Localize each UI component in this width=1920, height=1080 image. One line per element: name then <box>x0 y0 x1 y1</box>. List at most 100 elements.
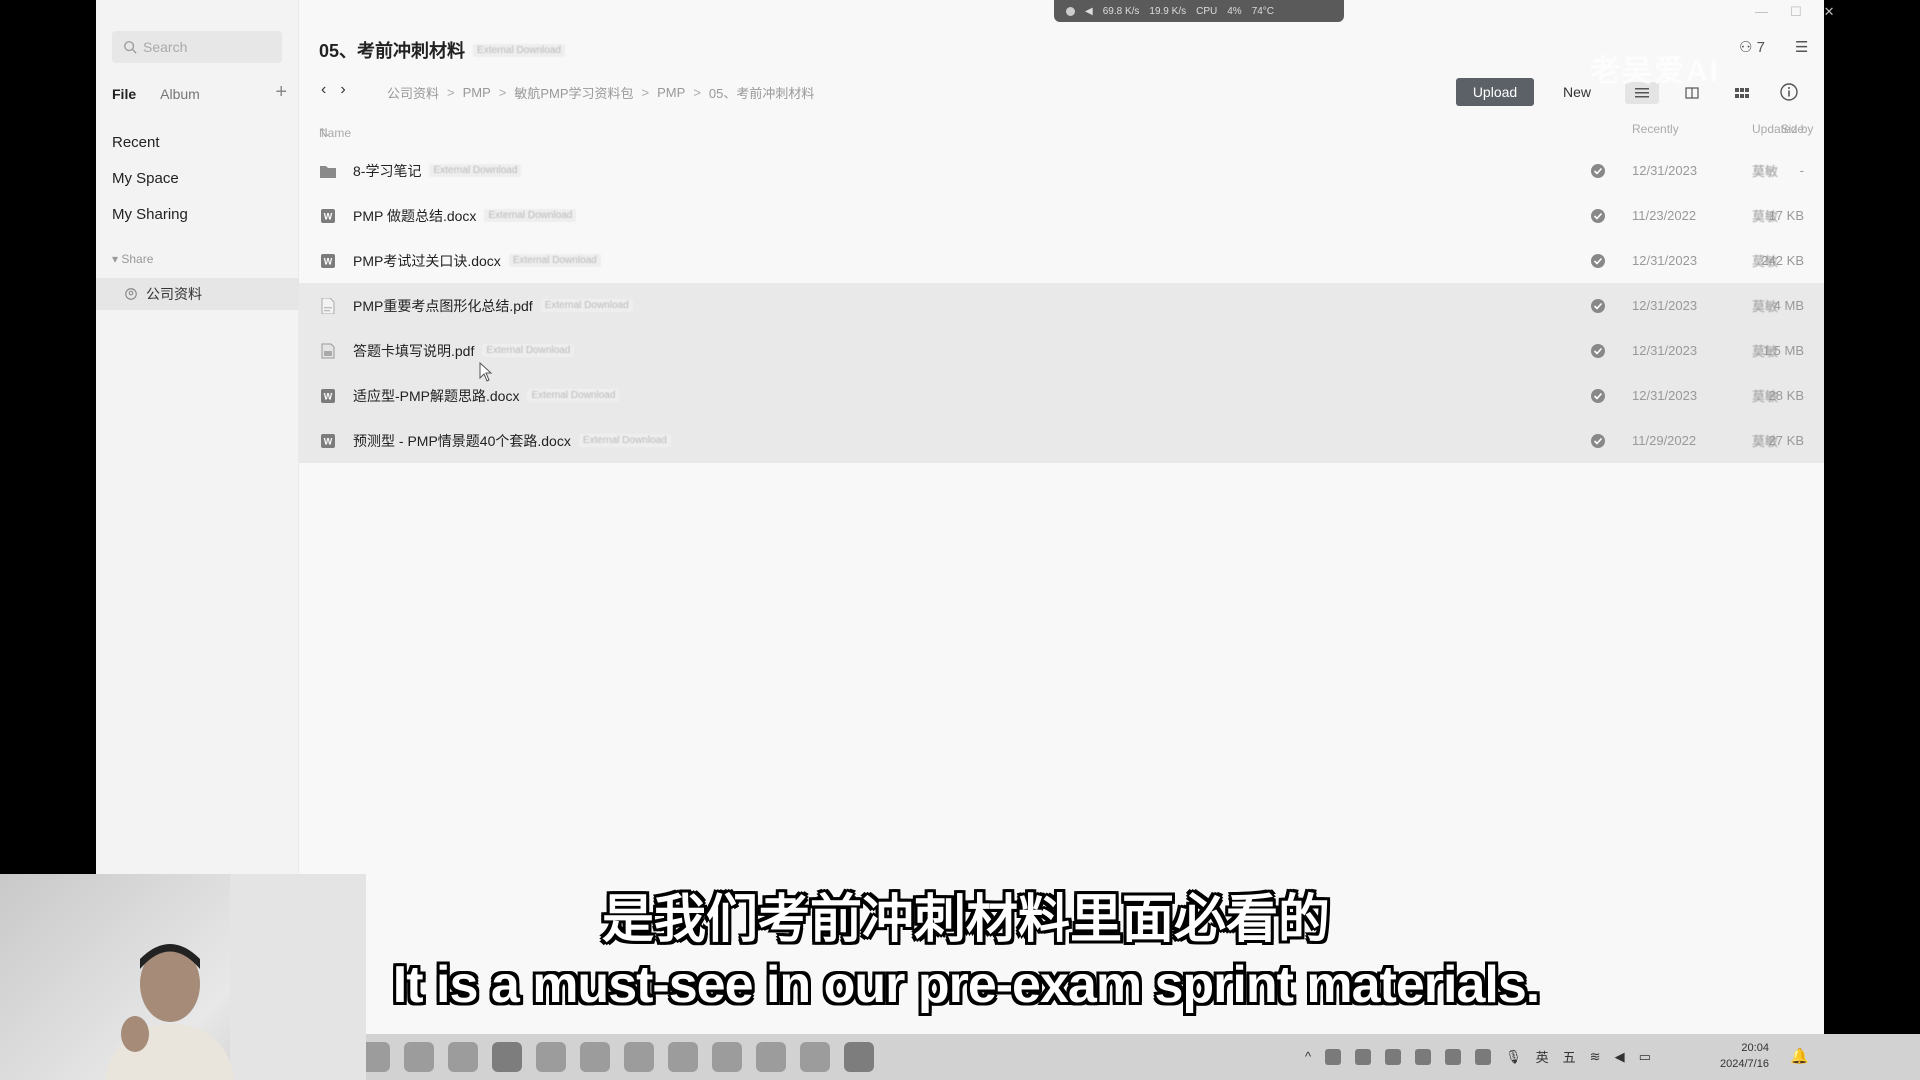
search-placeholder: Search <box>143 39 188 55</box>
cpu-temp: 74°C <box>1251 5 1275 17</box>
taskbar-app-icon[interactable] <box>536 1042 566 1072</box>
battery-icon[interactable]: ▭ <box>1639 1049 1651 1065</box>
breadcrumb-separator: > <box>641 85 650 100</box>
file-name: 8-学习笔记 <box>353 162 422 179</box>
nav-item-my-space[interactable]: My Space <box>112 170 179 187</box>
info-icon[interactable] <box>1779 82 1799 102</box>
search-icon <box>124 41 137 54</box>
synced-check-icon <box>1591 343 1605 358</box>
word-doc-icon: W <box>319 387 337 405</box>
taskbar-app-icon[interactable] <box>492 1042 522 1072</box>
microphone-icon[interactable]: 🎙 <box>1505 1049 1522 1065</box>
folder-icon <box>319 162 337 180</box>
nav-item-my-sharing[interactable]: My Sharing <box>112 206 188 223</box>
notification-icon[interactable]: 🔔 <box>1790 1047 1809 1065</box>
table-row[interactable]: W PMP 做题总结.docx External Download 11/23/2… <box>299 193 1824 238</box>
table-row[interactable]: 8-学习笔记 External Download 12/31/2023 莫敏 - <box>299 148 1824 193</box>
presenter-image <box>105 944 235 1080</box>
members-button[interactable]: ⚇ 7 <box>1739 38 1765 56</box>
updated-date: 11/23/2022 <box>1632 208 1697 223</box>
breadcrumb-item-current[interactable]: 05、考前冲刺材料 <box>709 83 814 102</box>
file-name-cell: 8-学习笔记 External Download <box>353 161 522 181</box>
column-header-recently[interactable]: Recently <box>1632 122 1679 136</box>
taskbar-app-icon[interactable] <box>404 1042 434 1072</box>
external-download-tag: External Download <box>484 209 577 222</box>
breadcrumb-item[interactable]: PMP <box>463 85 491 100</box>
tray-icon[interactable] <box>1475 1048 1492 1065</box>
table-row[interactable]: 答题卡填写说明.pdf External Download 12/31/2023 … <box>299 328 1824 373</box>
file-name: 预测型 - PMP情景题40个套路.docx <box>353 432 571 449</box>
search-input[interactable]: Search <box>112 31 282 63</box>
external-download-tag: External Download <box>508 254 601 267</box>
file-size: 1.5 MB <box>1762 343 1804 358</box>
members-count: 7 <box>1756 39 1765 56</box>
taskbar-app-icon[interactable] <box>580 1042 610 1072</box>
forward-arrow-icon[interactable]: › <box>340 81 345 99</box>
word-doc-icon: W <box>319 432 337 450</box>
input-language[interactable]: 英 <box>1536 1047 1549 1066</box>
table-row[interactable]: W 适应型-PMP解题思路.docx External Download 12/3… <box>299 373 1824 418</box>
synced-check-icon <box>1591 298 1605 313</box>
nav-item-recent[interactable]: Recent <box>112 134 160 151</box>
taskbar-app-icon[interactable] <box>448 1042 478 1072</box>
file-name: PMP考试过关口诀.docx <box>353 252 501 269</box>
taskbar-clock[interactable]: 20:04 2024/7/16 <box>1720 1040 1769 1072</box>
volume-icon[interactable]: ◀ <box>1615 1049 1625 1065</box>
add-icon[interactable]: + <box>275 82 287 102</box>
svg-text:W: W <box>324 391 333 401</box>
updated-date: 12/31/2023 <box>1632 343 1698 358</box>
svg-text:W: W <box>324 211 333 221</box>
file-size: 28 KB <box>1768 388 1804 403</box>
table-row[interactable]: PMP重要考点图形化总结.pdf External Download 12/31/… <box>299 283 1824 328</box>
menu-icon[interactable]: ☰ <box>1795 38 1808 56</box>
tray-expand-icon[interactable]: ^ <box>1305 1049 1311 1064</box>
back-arrow-icon[interactable]: ‹ <box>321 81 326 99</box>
webcam-overlay <box>0 874 366 1080</box>
grid-view-icon[interactable] <box>1725 82 1759 104</box>
tray-icon[interactable] <box>1385 1048 1402 1065</box>
table-row[interactable]: W 预测型 - PMP情景题40个套路.docx External Downloa… <box>299 418 1824 463</box>
taskbar-app-icon[interactable] <box>844 1042 874 1072</box>
maximize-icon[interactable]: ☐ <box>1790 4 1802 20</box>
breadcrumb-item[interactable]: PMP <box>657 85 685 100</box>
window-controls: — ☐ ✕ <box>1755 4 1835 20</box>
close-icon[interactable]: ✕ <box>1824 4 1835 20</box>
taskbar-app-icon[interactable] <box>668 1042 698 1072</box>
upload-button[interactable]: Upload <box>1456 78 1534 106</box>
file-name-cell: 适应型-PMP解题思路.docx External Download <box>353 386 620 406</box>
breadcrumb-item[interactable]: 敏航PMP学习资料包 <box>514 83 633 102</box>
wifi-icon[interactable]: ≋ <box>1590 1049 1601 1065</box>
tab-album[interactable]: Album <box>160 86 200 102</box>
minimize-icon[interactable]: — <box>1755 4 1768 20</box>
file-name-cell: 预测型 - PMP情景题40个套路.docx External Download <box>353 431 671 451</box>
webcam-background-wall <box>230 874 366 1080</box>
taskbar-app-icon[interactable] <box>712 1042 742 1072</box>
breadcrumb-item[interactable]: 公司资料 <box>387 83 439 102</box>
record-icon <box>1066 6 1075 16</box>
svg-text:W: W <box>324 256 333 266</box>
table-row[interactable]: W PMP考试过关口诀.docx External Download 12/31/… <box>299 238 1824 283</box>
input-method[interactable]: 五 <box>1563 1047 1576 1066</box>
taskbar-app-icon[interactable] <box>756 1042 786 1072</box>
sidebar-item-company-files[interactable]: 公司资料 <box>96 278 299 310</box>
sidebar-item-label: 公司资料 <box>146 286 202 302</box>
system-monitor-bar: ◀ 69.8 K/s 19.9 K/s CPU 4% 74°C <box>1054 0 1344 22</box>
column-header-size[interactable]: Size <box>1781 122 1804 136</box>
tab-file[interactable]: File <box>112 86 136 102</box>
speaker-icon: ◀ <box>1085 5 1093 17</box>
tray-icon[interactable] <box>1355 1048 1372 1065</box>
subtitle-chinese: 是我们考前冲刺材料里面必看的 <box>601 891 1330 949</box>
file-list: 8-学习笔记 External Download 12/31/2023 莫敏 - … <box>299 148 1824 463</box>
share-section-header[interactable]: ▾ Share <box>112 252 153 266</box>
sort-icon: ⇅ <box>319 126 330 140</box>
file-name: PMP 做题总结.docx <box>353 207 477 224</box>
taskbar-apps <box>360 1042 874 1072</box>
tray-icon[interactable] <box>1415 1048 1432 1065</box>
synced-check-icon <box>1591 388 1605 403</box>
tray-icon[interactable] <box>1325 1048 1342 1065</box>
taskbar-app-icon[interactable] <box>800 1042 830 1072</box>
taskbar-app-icon[interactable] <box>624 1042 654 1072</box>
channel-watermark: 老吴爱AI <box>1590 55 1720 88</box>
history-nav: ‹ › <box>321 81 346 99</box>
tray-icon[interactable] <box>1445 1048 1462 1065</box>
